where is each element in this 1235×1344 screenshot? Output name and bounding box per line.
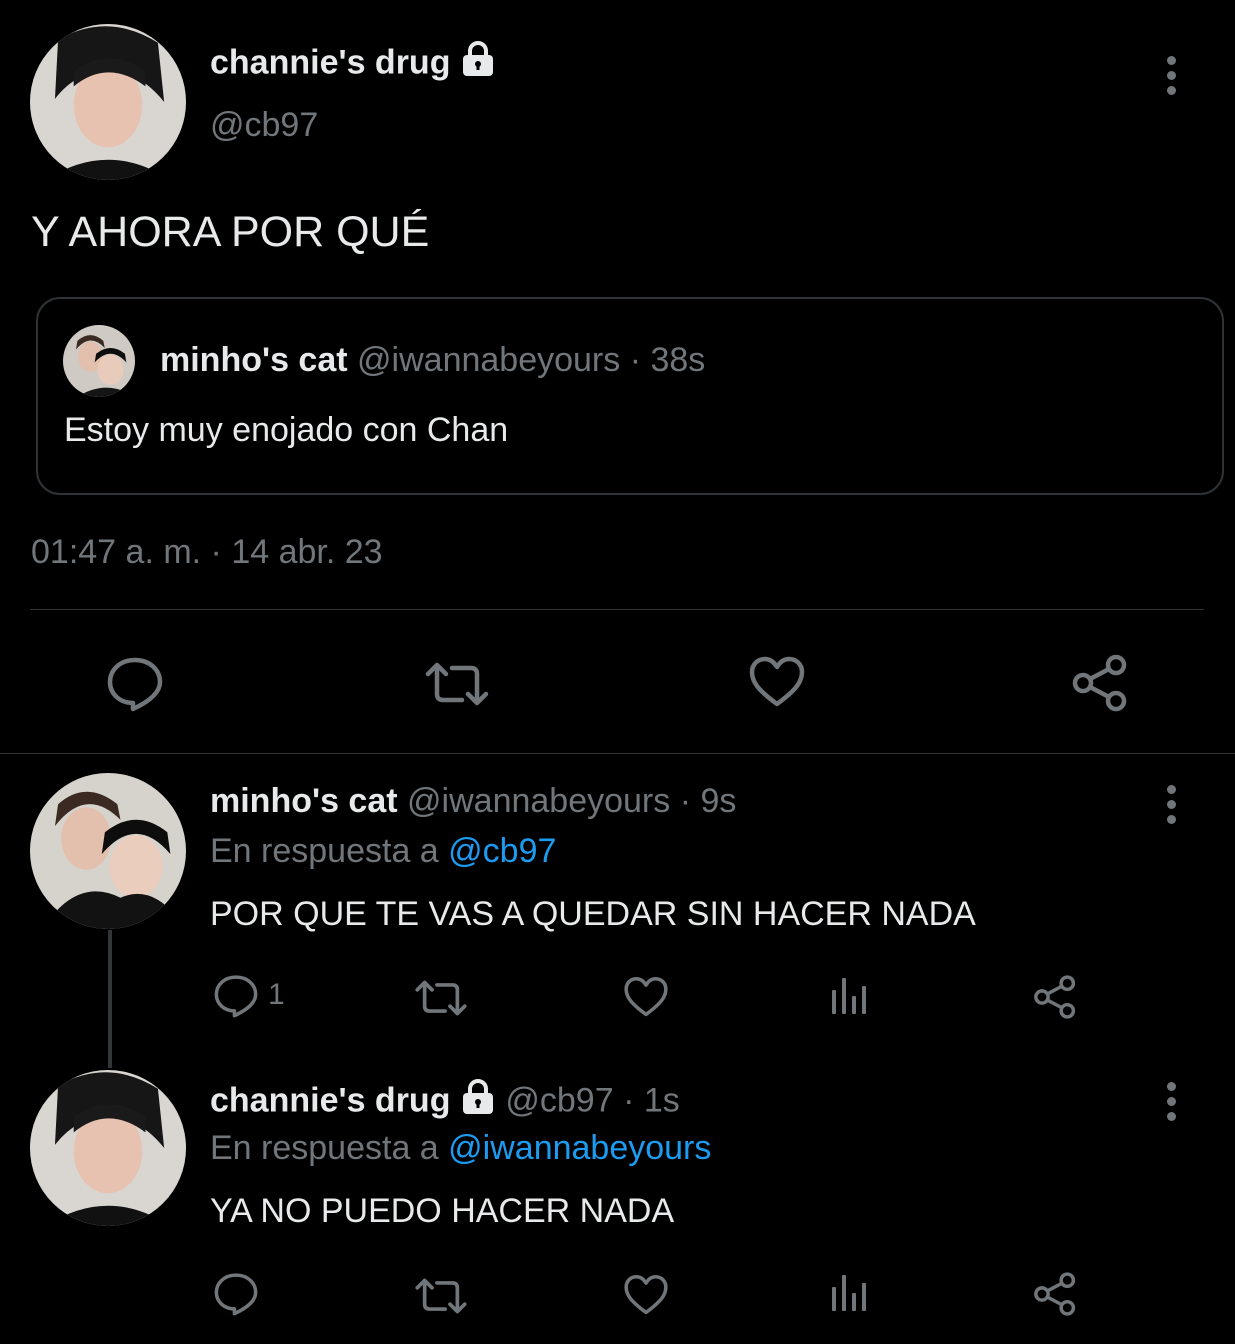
thread-line: [108, 930, 112, 1068]
quoted-display-name: minho's cat: [160, 341, 348, 379]
heart-icon[interactable]: [623, 976, 669, 1018]
quoted-text: Estoy muy enojado con Chan: [64, 411, 509, 449]
reply-author-line: channie's drug @cb97 · 1s: [210, 1078, 680, 1127]
avatar-channie[interactable]: [30, 24, 186, 180]
handle[interactable]: @cb97: [210, 106, 318, 145]
avatar-minho: [63, 325, 135, 397]
tweet-text: Y AHORA POR QUÉ: [31, 208, 430, 256]
tweet-text: POR QUE TE VAS A QUEDAR SIN HACER NADA: [210, 895, 976, 933]
time[interactable]: · 1s: [614, 1081, 680, 1119]
retweet-icon[interactable]: [424, 660, 490, 708]
quoted-author-line: minho's cat @iwannabeyours · 38s: [160, 341, 705, 380]
reply-icon[interactable]: [213, 1272, 259, 1316]
quoted-tweet-card[interactable]: minho's cat @iwannabeyours · 38s Estoy m…: [36, 297, 1224, 495]
retweet-icon[interactable]: [414, 1276, 468, 1316]
time[interactable]: · 9s: [670, 782, 737, 820]
handle[interactable]: @cb97: [505, 1081, 613, 1119]
divider: [30, 609, 1204, 610]
reply-to-link[interactable]: @iwannabeyours: [448, 1129, 711, 1167]
display-name[interactable]: channie's drug: [210, 43, 450, 81]
display-name[interactable]: channie's drug: [210, 1081, 450, 1119]
reply-to-link[interactable]: @cb97: [448, 832, 556, 870]
lock-icon: [460, 40, 496, 89]
more-icon[interactable]: [1164, 56, 1178, 101]
replying-to: En respuesta a @cb97: [210, 832, 556, 871]
display-name[interactable]: minho's cat: [210, 782, 398, 820]
quoted-handle: @iwannabeyours: [357, 341, 621, 379]
reply-prefix: En respuesta a: [210, 1129, 449, 1167]
share-icon[interactable]: [1070, 653, 1130, 713]
avatar-channie[interactable]: [30, 1070, 186, 1226]
author-line: channie's drug: [210, 40, 496, 89]
views-icon[interactable]: [830, 976, 870, 1016]
heart-icon[interactable]: [748, 656, 806, 708]
replying-to: En respuesta a @iwannabeyours: [210, 1129, 711, 1168]
heart-icon[interactable]: [623, 1274, 669, 1316]
reply-author-line: minho's cat @iwannabeyours · 9s: [210, 782, 736, 821]
tweet-text: YA NO PUEDO HACER NADA: [210, 1192, 675, 1230]
more-icon[interactable]: [1164, 1082, 1178, 1127]
reply-icon[interactable]: [213, 974, 259, 1018]
divider: [0, 753, 1235, 754]
share-icon[interactable]: [1032, 974, 1078, 1020]
handle[interactable]: @iwannabeyours: [407, 782, 670, 820]
quoted-time: · 38s: [620, 341, 706, 379]
timestamp[interactable]: 01:47 a. m. · 14 abr. 23: [31, 533, 383, 572]
avatar-minho[interactable]: [30, 773, 186, 929]
more-icon[interactable]: [1164, 785, 1178, 830]
reply-icon[interactable]: [106, 656, 164, 712]
share-icon[interactable]: [1032, 1271, 1078, 1317]
lock-icon: [460, 1078, 496, 1127]
views-icon[interactable]: [830, 1273, 870, 1313]
reply-count: 1: [268, 978, 285, 1011]
reply-prefix: En respuesta a: [210, 832, 449, 870]
retweet-icon[interactable]: [414, 978, 468, 1018]
